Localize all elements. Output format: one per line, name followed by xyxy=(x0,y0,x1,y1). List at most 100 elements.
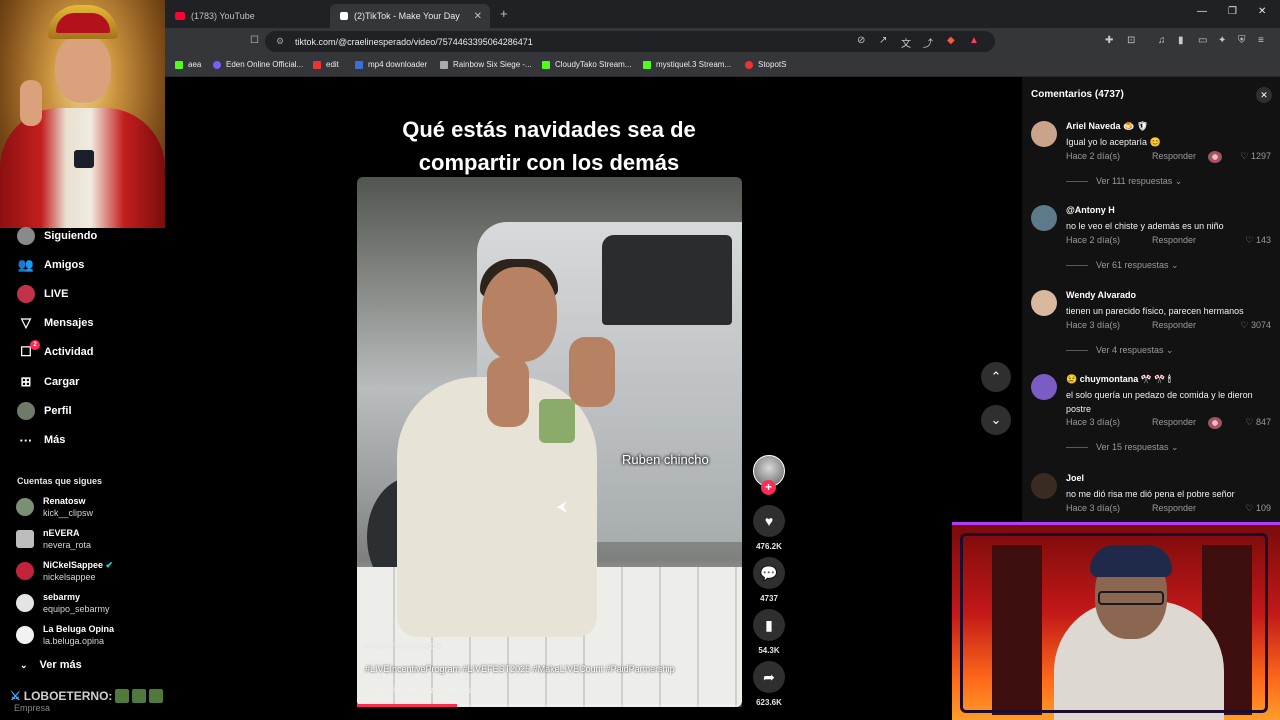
sidebar-toggle-icon[interactable]: ▮ xyxy=(1178,35,1184,46)
comment-like-button[interactable]: ♡ 109 xyxy=(1245,503,1271,514)
restore-icon[interactable]: ❐ xyxy=(1228,6,1237,17)
bookmark-item[interactable]: Eden Online Official... xyxy=(213,60,303,69)
avatar[interactable] xyxy=(1031,473,1057,499)
followed-account[interactable]: NiCkelSappee ✔ nickelsappee xyxy=(16,557,113,585)
comment-button[interactable]: 💬 4737 xyxy=(753,557,785,603)
comment-like-button[interactable]: ♡ 847 xyxy=(1245,417,1271,428)
tab-tiktok[interactable]: (2)TikTok - Make Your Day ✕ xyxy=(330,4,490,28)
new-tab-icon[interactable]: + xyxy=(500,6,508,21)
save-button[interactable]: ▮ 54.3K xyxy=(753,609,785,655)
nav-upload[interactable]: ⊞ Cargar xyxy=(17,371,80,393)
video-title: Qué estás navidades sea de compartir con… xyxy=(402,117,696,175)
screenshot-icon[interactable]: ⊡ xyxy=(1127,35,1135,46)
close-window-icon[interactable]: ✕ xyxy=(1258,6,1266,17)
stopots-icon xyxy=(745,60,753,69)
comment-text: no le veo el chiste y además es un niño xyxy=(1066,221,1224,231)
nav-more[interactable]: ··· Más xyxy=(17,429,66,451)
bookmark-item[interactable]: StopotS xyxy=(745,60,786,69)
rewards-icon[interactable]: ▲ xyxy=(969,35,979,46)
comment-like-button[interactable]: ♡ 143 xyxy=(1245,235,1271,246)
bookmark-label: aea xyxy=(188,60,202,69)
extensions-icon[interactable]: ✚ xyxy=(1105,35,1113,46)
reply-button[interactable]: Responder xyxy=(1152,417,1196,427)
share-icon[interactable]: ⤴ xyxy=(923,35,933,50)
video-hashtags[interactable]: #LIVEIncentiveProgram #LIVEFEST2025 #Mak… xyxy=(365,664,675,674)
ai-icon[interactable]: ✦ xyxy=(1218,35,1226,46)
comment-time: Hace 3 día(s) xyxy=(1066,417,1121,427)
mute-icon[interactable]: ⊘ xyxy=(857,35,865,46)
comment-like-button[interactable]: ♡ 1297 xyxy=(1240,151,1271,162)
open-external-icon[interactable]: ↗ xyxy=(879,35,887,46)
bookmark-item[interactable]: aea xyxy=(175,60,201,69)
video-music[interactable]: ♫ Noche de Paz - Fifth Harmony xyxy=(365,685,499,695)
bookmark-icon[interactable]: ☐ xyxy=(250,35,259,46)
comment-user[interactable]: Joel xyxy=(1066,473,1084,483)
menu-icon[interactable]: ≡ xyxy=(1258,35,1264,46)
nav-activity[interactable]: ☐ 2 Actividad xyxy=(17,340,94,363)
previous-video-button[interactable]: ⌃ xyxy=(981,362,1011,392)
view-replies-button[interactable]: Ver 61 respuestas ⌄ xyxy=(1066,260,1179,271)
bookmark-item[interactable]: mp4 downloader xyxy=(355,60,427,69)
save-count: 54.3K xyxy=(758,646,780,655)
divider xyxy=(1066,447,1088,448)
video-author[interactable]: craelinesperado xyxy=(365,641,442,652)
nav-profile[interactable]: Perfil xyxy=(17,400,72,422)
webcam-frame xyxy=(960,533,1268,713)
brave-shield-icon[interactable]: ◆ xyxy=(947,35,955,46)
account-name: La Beluga Opina xyxy=(43,624,115,634)
heart-outline-icon: ♡ xyxy=(1245,503,1256,513)
followed-account[interactable]: Renatosw kick__clipsw xyxy=(16,493,93,521)
account-handle: equipo_sebarmy xyxy=(43,604,110,614)
avatar[interactable] xyxy=(1031,205,1057,231)
account-handle: kick__clipsw xyxy=(43,508,94,518)
comment-user[interactable]: Ariel Naveda 🍮 🛡 xyxy=(1066,121,1148,132)
music-icon[interactable]: ♫ xyxy=(1158,35,1166,46)
reply-button[interactable]: Responder xyxy=(1152,320,1196,330)
reply-button[interactable]: Responder xyxy=(1152,503,1196,513)
followed-account[interactable]: sebarmy equipo_sebarmy xyxy=(16,589,110,617)
nav-live[interactable]: LIVE xyxy=(17,283,68,305)
follow-plus-icon[interactable]: + xyxy=(761,480,776,495)
nav-following[interactable]: Siguiendo xyxy=(17,225,97,247)
bookmark-item[interactable]: CloudyTako Stream... xyxy=(542,60,631,69)
reply-button[interactable]: Responder xyxy=(1152,235,1196,245)
comment-user[interactable]: 😢 chuymontana 🎌 🎌 🕯 xyxy=(1066,374,1171,385)
comment-user[interactable]: @Antony H xyxy=(1066,205,1115,215)
messages-icon: ▽ xyxy=(21,315,31,330)
view-replies-button[interactable]: Ver 111 respuestas ⌄ xyxy=(1066,176,1182,187)
next-video-button[interactable]: ⌄ xyxy=(981,405,1011,435)
bookmark-item[interactable]: mystiquel.3 Stream... xyxy=(643,60,731,69)
followed-account[interactable]: nEVERA nevera_rota xyxy=(16,525,91,553)
vpn-icon[interactable]: ⛨ xyxy=(1238,35,1246,46)
like-button[interactable]: ♥ 476.2K xyxy=(753,505,785,551)
site-info-icon[interactable]: ⚙ xyxy=(276,36,284,47)
nav-messages[interactable]: ▽ Mensajes xyxy=(17,312,94,334)
avatar[interactable] xyxy=(1031,290,1057,316)
tiktok-icon xyxy=(340,12,348,20)
account-handle: la.beluga.opina xyxy=(43,636,105,646)
bookmark-item[interactable]: edit xyxy=(313,60,339,69)
video-player[interactable] xyxy=(357,177,742,707)
bookmark-item[interactable]: Rainbow Six Siege -... xyxy=(440,60,532,69)
close-tab-icon[interactable]: ✕ xyxy=(474,11,482,22)
nav-friends[interactable]: 👥 Amigos xyxy=(17,254,84,276)
share-button[interactable]: ➦ 623.6K xyxy=(753,661,785,707)
comment-user[interactable]: Wendy Alvarado xyxy=(1066,290,1136,300)
avatar[interactable] xyxy=(1031,374,1057,400)
followed-account[interactable]: La Beluga Opina la.beluga.opina xyxy=(16,621,114,649)
reply-button[interactable]: Responder xyxy=(1152,151,1196,161)
bookmark-label: edit xyxy=(326,60,339,69)
avatar[interactable] xyxy=(1031,121,1057,147)
view-replies-button[interactable]: Ver 15 respuestas ⌄ xyxy=(1066,442,1179,453)
comment-text: Igual yo lo aceptaría 😊 xyxy=(1066,137,1161,147)
close-comments-icon[interactable]: ✕ xyxy=(1256,87,1272,103)
minimize-icon[interactable]: — xyxy=(1197,6,1207,17)
activity-icon: ☐ 2 xyxy=(17,340,40,360)
view-replies-button[interactable]: Ver 4 respuestas ⌄ xyxy=(1066,345,1174,356)
comment-like-button[interactable]: ♡ 3074 xyxy=(1240,320,1271,331)
see-more-button[interactable]: ⌄ Ver más xyxy=(20,659,82,671)
translate-icon[interactable]: 文 xyxy=(901,35,911,50)
tab-youtube[interactable]: (1783) YouTube xyxy=(165,4,330,28)
wallet-icon[interactable]: ▭ xyxy=(1198,35,1207,46)
video-progress-bar[interactable] xyxy=(357,704,742,707)
